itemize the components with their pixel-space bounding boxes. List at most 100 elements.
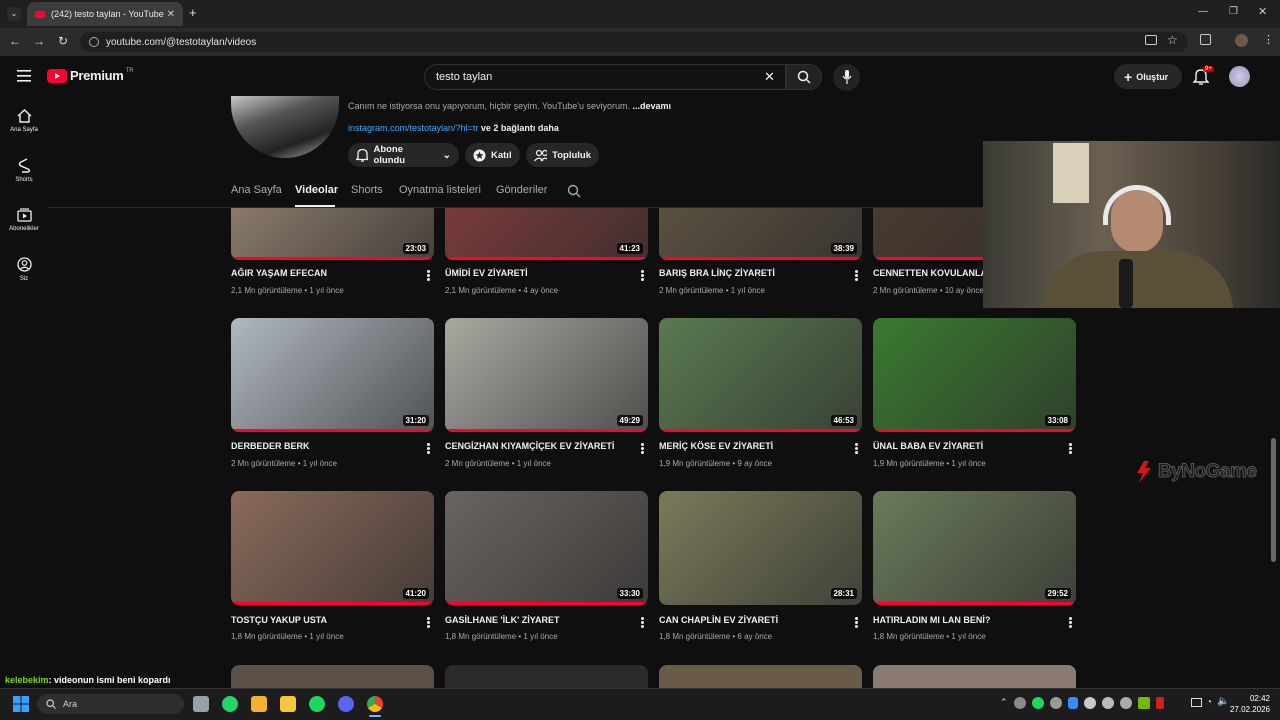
video-menu-icon[interactable] [1069, 443, 1072, 454]
next-row-thumb[interactable] [873, 665, 1076, 688]
channel-search-icon[interactable] [567, 184, 581, 198]
create-button[interactable]: + Oluştur [1114, 64, 1182, 89]
join-button[interactable]: Katıl [465, 143, 520, 167]
tray-spotify-icon[interactable] [1031, 697, 1044, 709]
next-row-thumb[interactable] [659, 665, 862, 688]
community-button[interactable]: Topluluk [526, 143, 599, 167]
video-menu-icon[interactable] [855, 270, 858, 281]
more-links[interactable]: ve 2 bağlantı daha [481, 123, 559, 133]
video-title[interactable]: CENGİZHAN KIYAMÇİÇEK EV ZİYARETİ [445, 441, 614, 451]
address-bar[interactable]: youtube.com/@testotaylan/videos [80, 32, 1188, 52]
profile-avatar[interactable] [1235, 34, 1248, 47]
video-menu-icon[interactable] [427, 617, 430, 628]
sidebar-item-subscriptions[interactable]: Abonelikler [0, 208, 48, 232]
channel-link[interactable]: instagram.com/testotaylan/?hl=tr [348, 123, 478, 133]
search-input[interactable]: testo taylan ✕ [424, 64, 786, 90]
window-minimize-icon[interactable]: — [1198, 6, 1208, 17]
tray-app-icon[interactable] [1083, 697, 1096, 709]
clear-search-icon[interactable]: ✕ [764, 69, 775, 85]
whatsapp-icon[interactable] [222, 696, 238, 712]
video-menu-icon[interactable] [427, 270, 430, 281]
voice-search-button[interactable] [833, 64, 860, 91]
window-close-icon[interactable]: ✕ [1258, 5, 1267, 18]
tab-posts[interactable]: Gönderiler [496, 184, 547, 196]
install-app-icon[interactable] [1145, 35, 1157, 45]
video-menu-icon[interactable] [855, 617, 858, 628]
video-title[interactable]: GASİLHANE 'İLK' ZİYARET [445, 615, 559, 625]
video-thumbnail[interactable]: 33:08 [873, 318, 1076, 432]
video-thumbnail[interactable]: 41:20 [231, 491, 434, 605]
description-more[interactable]: ...devamı [633, 101, 672, 111]
chrome-icon[interactable] [367, 696, 383, 712]
back-icon[interactable]: ← [9, 34, 21, 48]
tray-app-icon[interactable] [1119, 697, 1132, 709]
tab-videos[interactable]: Videolar [295, 184, 338, 196]
channel-description[interactable]: Canım ne istiyorsa onu yapıyorum, hiçbir… [348, 101, 671, 111]
site-info-icon[interactable] [89, 37, 99, 47]
microsoft-store-icon[interactable] [251, 696, 267, 712]
video-title[interactable]: CAN CHAPLİN EV ZİYARETİ [659, 615, 778, 625]
video-title[interactable]: BARIŞ BRA LİNÇ ZİYARETİ [659, 268, 775, 278]
notifications-button[interactable]: 9+ [1193, 66, 1214, 86]
video-menu-icon[interactable] [427, 443, 430, 454]
video-menu-icon[interactable] [1069, 617, 1072, 628]
tab-close-icon[interactable]: ✕ [167, 9, 175, 20]
discord-icon[interactable] [338, 696, 354, 712]
search-button[interactable] [786, 64, 822, 90]
video-menu-icon[interactable] [641, 270, 644, 281]
window-restore-icon[interactable]: ❐ [1229, 6, 1238, 17]
account-avatar[interactable] [1229, 66, 1250, 87]
tray-display-icon[interactable] [1191, 698, 1202, 707]
windows-start-icon[interactable] [13, 696, 29, 712]
video-title[interactable]: ÜNAL BABA EV ZİYARETİ [873, 441, 983, 451]
tab-list-chevron-icon[interactable]: ⌄ [7, 7, 21, 21]
channel-avatar[interactable] [231, 96, 339, 158]
browser-menu-icon[interactable]: ⋮ [1263, 33, 1274, 46]
new-tab-icon[interactable]: + [189, 5, 197, 20]
tray-steam-icon[interactable] [1013, 697, 1026, 709]
tab-playlists[interactable]: Oynatma listeleri [399, 184, 481, 196]
tab-shorts[interactable]: Shorts [351, 184, 383, 196]
video-title[interactable]: HATIRLADIN MI LAN BENİ? [873, 615, 990, 625]
youtube-premium-logo[interactable]: Premium TR [47, 68, 134, 83]
video-title[interactable]: AĞIR YAŞAM EFECAN [231, 268, 327, 278]
sidebar-item-home[interactable]: Ana Sayfa [0, 109, 48, 133]
tray-app-icon[interactable] [1101, 697, 1114, 709]
video-thumbnail[interactable]: 41:23 [445, 208, 648, 260]
tray-settings-icon[interactable] [1049, 697, 1062, 709]
tray-chevron-up-icon[interactable]: ⌃ [1000, 697, 1008, 709]
page-scrollbar-thumb[interactable] [1271, 438, 1276, 562]
extensions-icon[interactable] [1200, 34, 1211, 45]
video-menu-icon[interactable] [641, 443, 644, 454]
taskbar-clock[interactable]: 02:42 27.02.2026 [1226, 693, 1270, 715]
video-title[interactable]: TOSTÇU YAKUP USTA [231, 615, 327, 625]
reload-icon[interactable]: ↻ [58, 34, 68, 48]
bookmark-star-icon[interactable]: ☆ [1167, 33, 1178, 47]
sidebar-item-shorts[interactable]: Shorts [0, 158, 48, 183]
video-thumbnail[interactable]: 33:30 [445, 491, 648, 605]
video-thumbnail[interactable]: 31:20 [231, 318, 434, 432]
video-title[interactable]: ÜMİDİ EV ZİYARETİ [445, 268, 528, 278]
taskbar-search-box[interactable]: Ara [37, 694, 184, 714]
next-row-thumb[interactable] [231, 665, 434, 688]
video-thumbnail[interactable]: 28:31 [659, 491, 862, 605]
tray-bluetooth-icon[interactable] [1067, 697, 1078, 709]
video-menu-icon[interactable] [641, 617, 644, 628]
task-view-icon[interactable] [193, 696, 209, 712]
video-title[interactable]: CENNETTEN KOVULANLAR [873, 268, 983, 278]
forward-icon[interactable]: → [33, 34, 45, 48]
video-thumbnail[interactable]: 29:52 [873, 491, 1076, 605]
file-explorer-icon[interactable] [280, 696, 296, 712]
browser-tab-youtube[interactable]: (242) testo taylan - YouTube ✕ [27, 2, 183, 26]
video-title[interactable]: DERBEDER BERK [231, 441, 310, 451]
sidebar-item-you[interactable]: Siz [0, 257, 48, 282]
next-row-thumb[interactable] [445, 665, 648, 688]
tray-network-icon[interactable]: ◔ [1206, 697, 1212, 708]
spotify-icon[interactable] [309, 696, 325, 712]
menu-hamburger-icon[interactable] [17, 70, 31, 82]
video-thumbnail[interactable]: 46:53 [659, 318, 862, 432]
tray-nvidia-icon[interactable] [1137, 697, 1150, 709]
subscribed-button[interactable]: Abone olundu ⌄ [348, 143, 459, 167]
video-menu-icon[interactable] [855, 443, 858, 454]
tab-home[interactable]: Ana Sayfa [231, 184, 282, 196]
